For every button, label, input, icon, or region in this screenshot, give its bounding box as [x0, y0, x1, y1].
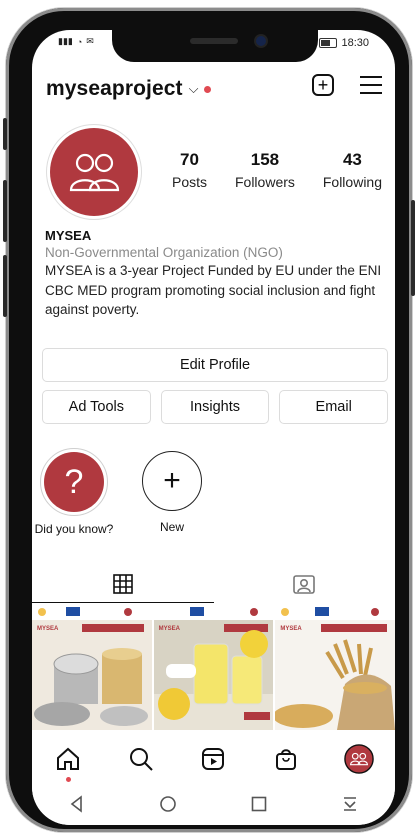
- highlight-ring: +: [139, 448, 205, 514]
- post-thumbnail[interactable]: MYSEA: [153, 604, 274, 730]
- post-brand: MYSEA: [158, 626, 181, 632]
- mail-icon: ✉: [86, 36, 94, 46]
- plus-square-icon[interactable]: +: [312, 74, 334, 96]
- following-label: Following: [322, 174, 382, 190]
- plus-icon: +: [142, 451, 202, 511]
- tab-tagged[interactable]: [214, 565, 396, 603]
- hamburger-menu-icon[interactable]: [360, 76, 382, 94]
- action-buttons: Ad Tools Insights Email: [42, 390, 389, 424]
- highlight-new[interactable]: + New: [132, 448, 212, 536]
- front-camera: [256, 36, 266, 46]
- profile-avatar[interactable]: [50, 128, 138, 216]
- notification-dot: [204, 85, 212, 93]
- story-highlights: ? Did you know? + New: [34, 448, 212, 536]
- android-navigation: [32, 788, 395, 825]
- highlight-ring: ?: [40, 448, 108, 516]
- email-button[interactable]: Email: [279, 390, 389, 424]
- posts-stat[interactable]: 70 Posts: [172, 150, 207, 190]
- power-button: [411, 200, 415, 296]
- ad-tools-button[interactable]: Ad Tools: [42, 390, 151, 424]
- post-thumbnail[interactable]: MYSEA: [275, 604, 395, 730]
- tab-grid[interactable]: [32, 565, 214, 603]
- volume-up-button: [3, 180, 7, 242]
- insights-button[interactable]: Insights: [160, 390, 270, 424]
- speaker: [190, 38, 238, 44]
- recents-icon[interactable]: [250, 795, 268, 818]
- back-icon[interactable]: [68, 795, 86, 818]
- grid-icon: [112, 573, 133, 594]
- posts-count: 70: [180, 150, 199, 169]
- followers-stat[interactable]: 158 Followers: [235, 150, 295, 190]
- profile-stats: 70 Posts 158 Followers 43 Following: [172, 150, 382, 190]
- username[interactable]: myseaproject: [46, 77, 183, 101]
- notification-pull-icon[interactable]: [341, 795, 359, 818]
- signal-icon: ▮▮▮: [58, 36, 73, 46]
- status-time: 18:30: [341, 37, 369, 49]
- battery-icon: [319, 38, 338, 48]
- wifi-icon: ◔: [76, 36, 83, 47]
- posts-grid: MYSEA MYSEA MYSEA: [32, 604, 395, 730]
- notch: [112, 30, 318, 62]
- home-circle-icon[interactable]: [159, 795, 177, 818]
- home-icon[interactable]: [53, 744, 83, 782]
- highlight-label: Did you know?: [34, 522, 114, 536]
- edit-profile-button[interactable]: Edit Profile: [42, 348, 388, 382]
- profile-category: Non-Governmental Organization (NGO): [45, 245, 283, 260]
- tagged-person-icon: [293, 575, 316, 594]
- profile-bio: MYSEA Non-Governmental Organization (NGO…: [45, 228, 385, 320]
- highlight-did-you-know[interactable]: ? Did you know?: [34, 448, 114, 536]
- notification-dot: [66, 777, 72, 782]
- post-thumbnail[interactable]: MYSEA: [32, 604, 152, 730]
- followers-label: Followers: [234, 174, 295, 190]
- search-icon[interactable]: [126, 744, 156, 774]
- highlight-label: New: [159, 520, 184, 534]
- lemonade-image: [153, 604, 274, 730]
- following-stat[interactable]: 43 Following: [323, 150, 382, 190]
- shop-bag-icon[interactable]: [271, 744, 301, 774]
- bottom-navigation: [32, 730, 395, 788]
- profile-header: myseaproject ⌵ +: [46, 72, 382, 106]
- volume-down-button: [3, 255, 7, 317]
- post-brand: MYSEA: [280, 626, 302, 632]
- reels-icon[interactable]: [198, 744, 228, 774]
- profile-avatar-icon[interactable]: [343, 744, 374, 774]
- profile-description: MYSEA is a 3-year Project Funded by EU u…: [45, 263, 382, 317]
- status-icons-right: 18:30: [319, 37, 369, 49]
- post-brand: MYSEA: [37, 626, 59, 632]
- chevron-down-icon[interactable]: ⌵: [189, 81, 199, 97]
- two-people-icon: [69, 153, 120, 192]
- question-icon: ?: [44, 452, 104, 512]
- canned-food-image: [32, 604, 152, 730]
- mute-switch: [3, 118, 7, 150]
- followers-count: 158: [250, 150, 280, 169]
- following-count: 43: [342, 150, 362, 169]
- profile-tabs: [32, 565, 395, 603]
- wheat-grain-image: [275, 604, 395, 730]
- profile-name: MYSEA: [45, 228, 92, 243]
- status-icons-left: ▮▮▮ ◔ ✉: [58, 36, 94, 47]
- posts-label: Posts: [172, 174, 208, 190]
- phone-screen: ▮▮▮ ◔ ✉ 18:30 myseaproject ⌵ + 70 Posts: [32, 30, 395, 825]
